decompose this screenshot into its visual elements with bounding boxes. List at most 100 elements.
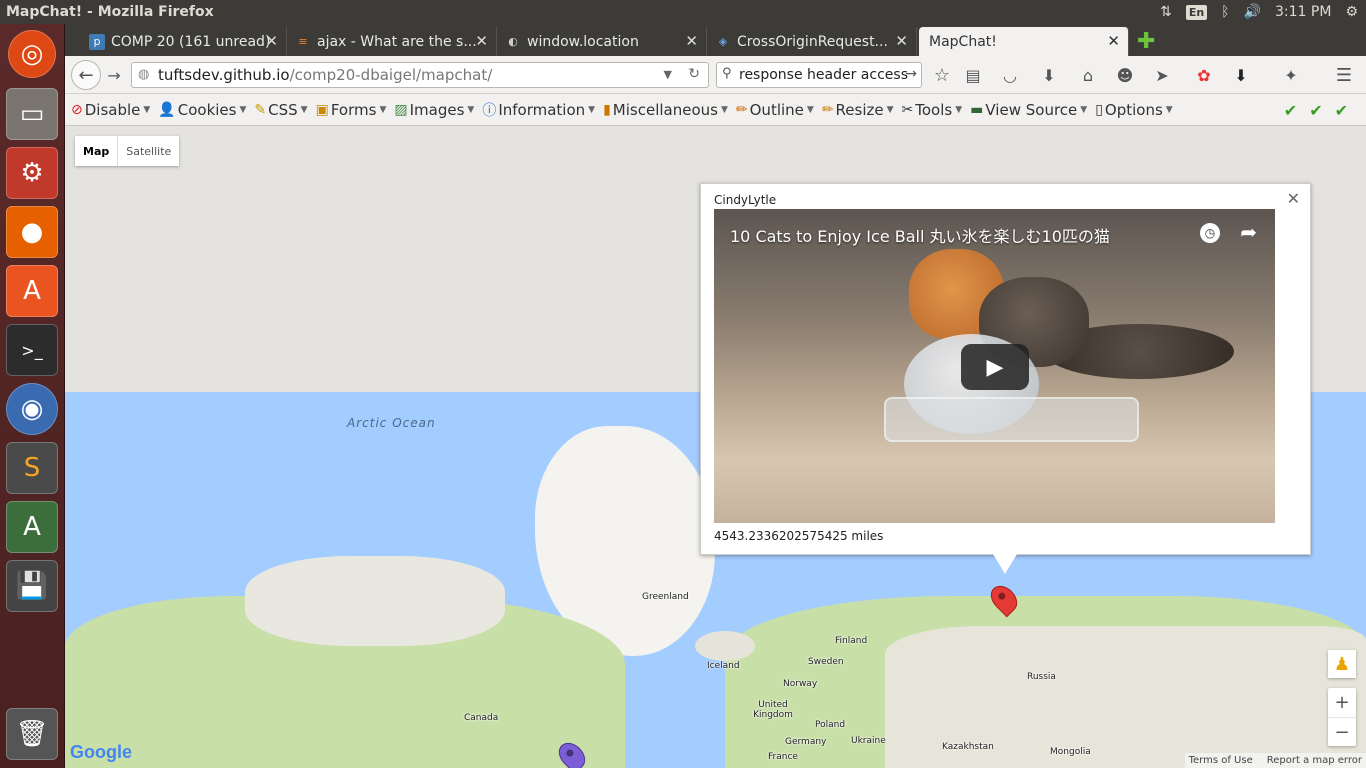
trash-icon[interactable]: 🗑: [6, 708, 58, 760]
extension-icon[interactable]: ✦: [1280, 64, 1302, 86]
home-icon[interactable]: ⌂: [1077, 64, 1099, 86]
system-top-bar: MapChat! - Mozilla Firefox ⇅ En ᛒ 🔊 3:11…: [0, 0, 1366, 24]
video-title[interactable]: 10 Cats to Enjoy Ice Ball 丸い氷を楽しむ10匹の猫: [730, 223, 1110, 247]
close-icon[interactable]: ✕: [685, 32, 698, 50]
iceland-landmass: [695, 631, 755, 661]
keyboard-language[interactable]: En: [1185, 4, 1208, 20]
search-icon: ⚲: [722, 66, 732, 81]
google-map[interactable]: Map Satellite Arctic Ocean Greenland Ice…: [65, 126, 1366, 768]
outline-menu[interactable]: ✏ Outline ▼: [736, 101, 814, 119]
files-icon[interactable]: ▭: [6, 88, 58, 140]
check-icon[interactable]: ✔: [1309, 101, 1334, 120]
caret-icon: ▼: [239, 104, 247, 115]
caret-icon: ▼: [1080, 104, 1088, 115]
check-icon[interactable]: ✔: [1284, 101, 1309, 120]
reload-icon[interactable]: ↻: [688, 66, 700, 82]
caret-icon: ▼: [300, 104, 308, 115]
caret-icon: ▼: [720, 104, 728, 115]
report-map-error-link[interactable]: Report a map error: [1267, 755, 1362, 766]
tools-icon: ✂: [901, 101, 914, 118]
settings-gear-icon[interactable]: ⚙: [1345, 4, 1358, 20]
ubuntu-dash-icon[interactable]: ◎: [8, 30, 56, 78]
disable-menu[interactable]: ⊘ Disable ▼: [71, 101, 150, 119]
search-bar[interactable]: ⚲ response header access →: [716, 62, 922, 88]
zoom-out-button[interactable]: −: [1328, 717, 1356, 746]
volume-icon[interactable]: 🔊: [1244, 4, 1261, 20]
new-tab-plus-icon[interactable]: ✚: [1137, 29, 1155, 54]
extension-badge-icon[interactable]: ✿: [1193, 64, 1215, 86]
firefox-icon[interactable]: ●: [6, 206, 58, 258]
tab-mapchat[interactable]: MapChat! ✕: [919, 27, 1129, 56]
play-button[interactable]: ▶: [961, 344, 1029, 390]
tab-window-location[interactable]: ◐ window.location ✕: [497, 27, 707, 56]
system-settings-icon[interactable]: ⚙: [6, 147, 58, 199]
street-view-pegman-icon[interactable]: ♟: [1328, 650, 1356, 678]
video-frame-glass-dish: [884, 397, 1139, 442]
url-host: tuftsdev.github.io: [158, 66, 290, 84]
caret-icon: ▼: [467, 104, 475, 115]
bookmarks-list-icon[interactable]: ▤: [962, 64, 984, 86]
pocket-icon[interactable]: ◡: [999, 64, 1021, 86]
tab-piazza[interactable]: p COMP 20 (161 unread) ✕: [81, 27, 287, 56]
tab-crossorigin[interactable]: ◈ CrossOriginRequest... ✕: [707, 27, 917, 56]
info-distance: 4543.2336202575425 miles: [714, 529, 884, 543]
watch-later-clock-icon[interactable]: ◷: [1200, 223, 1220, 243]
youtube-video-embed[interactable]: 10 Cats to Enjoy Ice Ball 丸い氷を楽しむ10匹の猫 ◷…: [714, 209, 1275, 523]
downloads-icon[interactable]: ⬇: [1038, 64, 1060, 86]
share-arrow-icon[interactable]: ➦: [1240, 220, 1257, 244]
dropdown-icon[interactable]: ▼: [664, 68, 672, 81]
check-icon[interactable]: ✔: [1335, 101, 1360, 120]
forms-icon: ▣: [315, 101, 329, 118]
zoom-in-button[interactable]: +: [1328, 688, 1356, 717]
search-input[interactable]: response header access: [739, 67, 908, 83]
options-menu[interactable]: ▯ Options ▼: [1095, 101, 1173, 119]
software-updater-icon[interactable]: A: [6, 501, 58, 553]
caret-icon: ▼: [886, 104, 894, 115]
terminal-icon[interactable]: >_: [6, 324, 58, 376]
tab-stackoverflow[interactable]: ≡ ajax - What are the s... ✕: [287, 27, 497, 56]
google-logo: Google: [70, 742, 132, 762]
piazza-icon: p: [89, 33, 105, 50]
miscellaneous-menu[interactable]: ▮ Miscellaneous ▼: [603, 101, 728, 119]
forward-arrow-icon[interactable]: →: [103, 64, 125, 86]
label-arctic-ocean: Arctic Ocean: [347, 416, 436, 430]
back-arrow-icon[interactable]: ←: [71, 60, 101, 90]
terms-of-use-link[interactable]: Terms of Use: [1189, 755, 1253, 766]
label-norway: Norway: [783, 679, 818, 689]
marker-info-window: ✕ CindyLytle 10 Cats to Enjoy Ice Ball 丸…: [700, 183, 1311, 555]
label-russia: Russia: [1027, 672, 1056, 682]
css-menu[interactable]: ✎ CSS ▼: [254, 101, 307, 119]
network-icon[interactable]: ⇅: [1160, 4, 1172, 20]
map-type-map-button[interactable]: Map: [75, 136, 117, 166]
mdn-icon: ◐: [508, 35, 518, 48]
forms-menu[interactable]: ▣ Forms ▼: [316, 101, 387, 119]
label-sweden: Sweden: [808, 657, 844, 667]
information-menu[interactable]: ⓘ Information ▼: [482, 100, 595, 120]
close-icon[interactable]: ✕: [265, 32, 278, 50]
close-icon[interactable]: ✕: [895, 32, 908, 50]
download-arrow-icon[interactable]: ⬇: [1230, 64, 1252, 86]
chrome-icon[interactable]: ◉: [6, 383, 58, 435]
send-icon[interactable]: ➤: [1151, 64, 1173, 86]
bluetooth-icon[interactable]: ᛒ: [1221, 4, 1229, 20]
cookies-menu[interactable]: 👤 Cookies ▼: [158, 101, 246, 119]
images-menu[interactable]: ▨ Images ▼: [394, 101, 474, 119]
software-center-icon[interactable]: A: [6, 265, 58, 317]
close-icon[interactable]: ✕: [1287, 189, 1300, 208]
view-source-menu[interactable]: ▬ View Source ▼: [970, 101, 1087, 119]
label-mongolia: Mongolia: [1050, 747, 1091, 757]
menu-hamburger-icon[interactable]: ☰: [1333, 64, 1355, 86]
search-go-arrow-icon[interactable]: →: [905, 66, 917, 82]
chat-icon[interactable]: ☻: [1114, 64, 1136, 86]
bookmark-star-icon[interactable]: ☆: [931, 64, 953, 86]
save-disk-icon[interactable]: 💾: [6, 560, 58, 612]
sublime-text-icon[interactable]: S: [6, 442, 58, 494]
tools-menu[interactable]: ✂ Tools ▼: [902, 101, 963, 119]
clock[interactable]: 3:11 PM: [1275, 4, 1331, 20]
close-icon[interactable]: ✕: [475, 32, 488, 50]
map-type-satellite-button[interactable]: Satellite: [117, 136, 179, 166]
url-bar[interactable]: ◍ tuftsdev.github.io/comp20-dbaigel/mapc…: [131, 62, 709, 88]
resize-menu[interactable]: ✏ Resize ▼: [822, 101, 894, 119]
close-icon[interactable]: ✕: [1107, 32, 1120, 50]
label-kazakhstan: Kazakhstan: [942, 742, 994, 752]
